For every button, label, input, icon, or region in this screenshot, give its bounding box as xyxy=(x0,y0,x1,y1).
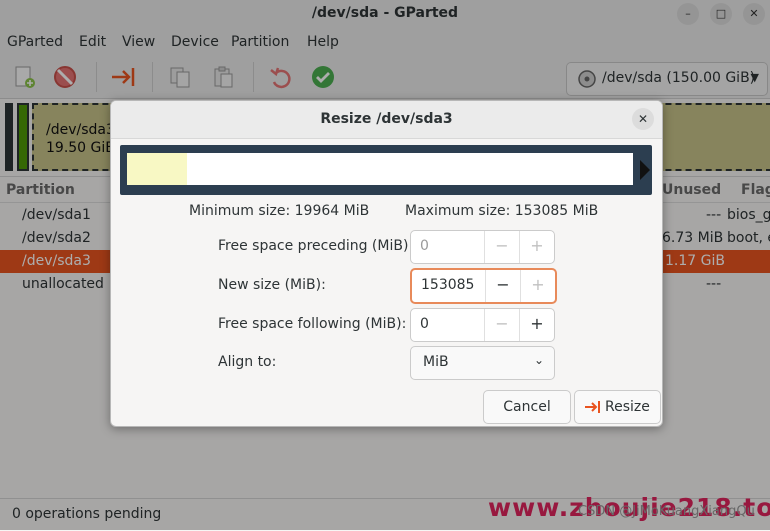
dialog-title: Resize /dev/sda3 xyxy=(320,111,453,127)
free-following-spinbutton[interactable]: 0 − + xyxy=(410,308,555,342)
new-size-spinbutton[interactable]: 153085 − + xyxy=(410,268,557,304)
free-preceding-label: Free space preceding (MiB): xyxy=(218,238,414,254)
align-combobox[interactable]: MiB ⌄ xyxy=(410,346,555,380)
chevron-down-icon: ⌄ xyxy=(533,353,544,367)
decrement-button[interactable]: − xyxy=(484,231,519,263)
resize-arrow-icon xyxy=(585,401,600,413)
resize-handle-right[interactable] xyxy=(640,160,650,180)
new-size-label: New size (MiB): xyxy=(218,277,326,293)
resize-dialog: Resize /dev/sda3 ✕ Minimum size: 19964 M… xyxy=(110,100,663,427)
free-preceding-value[interactable]: 0 xyxy=(420,238,429,254)
dialog-close-button[interactable]: ✕ xyxy=(632,108,654,130)
resize-button[interactable]: Resize xyxy=(574,390,661,424)
decrement-button[interactable]: − xyxy=(485,270,520,302)
resize-button-label: Resize xyxy=(605,399,650,415)
resize-visual[interactable] xyxy=(120,145,652,195)
maximum-size-label: Maximum size: 153085 MiB xyxy=(405,203,599,219)
align-value: MiB xyxy=(423,354,449,370)
increment-button[interactable]: + xyxy=(520,270,555,302)
decrement-button[interactable]: − xyxy=(484,309,519,341)
minimum-size-label: Minimum size: 19964 MiB xyxy=(189,203,370,219)
used-space-block xyxy=(127,153,187,185)
resize-region[interactable] xyxy=(127,153,633,185)
increment-button[interactable]: + xyxy=(519,231,554,263)
align-label: Align to: xyxy=(218,354,277,370)
free-following-value[interactable]: 0 xyxy=(420,316,429,332)
increment-button[interactable]: + xyxy=(519,309,554,341)
cancel-button-label: Cancel xyxy=(503,399,551,415)
new-size-value[interactable]: 153085 xyxy=(421,277,474,293)
cancel-button[interactable]: Cancel xyxy=(483,390,571,424)
free-following-label: Free space following (MiB): xyxy=(218,316,407,332)
free-preceding-spinbutton[interactable]: 0 − + xyxy=(410,230,555,264)
dialog-header: Resize /dev/sda3 ✕ xyxy=(111,101,662,139)
